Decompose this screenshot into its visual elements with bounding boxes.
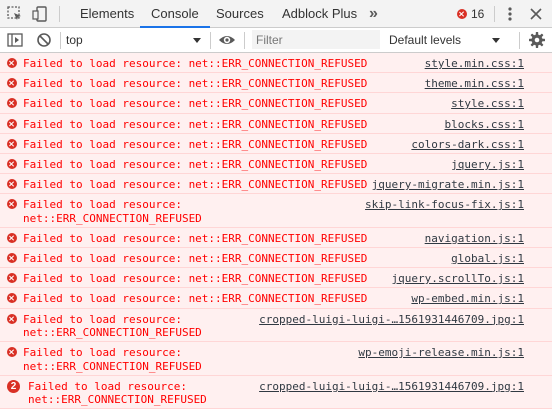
error-icon xyxy=(7,158,17,169)
console-error-row[interactable]: Failed to load resource: net::ERR_CONNEC… xyxy=(0,153,552,175)
error-message: Failed to load resource: net::ERR_CONNEC… xyxy=(23,231,368,245)
clear-console-icon[interactable] xyxy=(35,31,53,49)
source-link[interactable]: jquery.js:1 xyxy=(451,158,524,171)
inspect-element-icon[interactable] xyxy=(6,5,24,23)
toolbar-divider xyxy=(210,32,211,49)
error-message: Failed to load resource: net::ERR_CONNEC… xyxy=(23,97,368,111)
devtools-tab-bar: Elements Console Sources Adblock Plus » … xyxy=(0,0,552,28)
console-error-row[interactable]: 2 Failed to load resource: net::ERR_CONN… xyxy=(0,375,552,410)
error-message: Failed to load resource: net::ERR_CONNEC… xyxy=(23,292,368,306)
error-icon xyxy=(7,253,17,264)
console-error-row[interactable]: Failed to load resource: net::ERR_CONNEC… xyxy=(0,113,552,134)
source-link[interactable]: global.js:1 xyxy=(451,252,524,265)
error-message: Failed to load resource: net::ERR_CONNEC… xyxy=(23,57,368,70)
error-message: Failed to load resource: net::ERR_CONNEC… xyxy=(23,77,368,91)
filter-input[interactable] xyxy=(252,30,380,49)
error-icon xyxy=(7,199,17,210)
console-error-row[interactable]: Failed to load resource: net::ERR_CONNEC… xyxy=(0,194,552,228)
source-link[interactable]: cropped-luigi-luigi-…1561931446709.jpg:1 xyxy=(259,313,524,326)
source-link[interactable]: blocks.css:1 xyxy=(445,118,524,131)
source-link[interactable]: wp-emoji-release.min.js:1 xyxy=(358,346,524,359)
error-message: Failed to load resource: net::ERR_CONNEC… xyxy=(23,198,202,225)
toolbar-divider xyxy=(60,32,61,49)
console-error-row[interactable]: Failed to load resource: net::ERR_CONNEC… xyxy=(0,308,552,343)
console-error-row[interactable]: Failed to load resource: net::ERR_CONNEC… xyxy=(0,288,552,309)
source-link[interactable]: cropped-luigi-luigi-…1561931446709.jpg:1 xyxy=(259,380,524,393)
context-dropdown-arrow-icon[interactable] xyxy=(193,38,201,43)
context-selector[interactable]: top xyxy=(66,28,83,53)
source-link[interactable]: colors-dark.css:1 xyxy=(411,138,524,151)
error-message: Failed to load resource: net::ERR_CONNEC… xyxy=(23,252,368,266)
error-count: 16 xyxy=(471,7,485,21)
error-message: Failed to load resource: net::ERR_CONNEC… xyxy=(23,272,368,286)
console-error-row[interactable]: Failed to load resource: net::ERR_CONNEC… xyxy=(0,268,552,289)
error-icon xyxy=(7,78,17,89)
error-icon xyxy=(7,179,17,190)
source-link[interactable]: wp-embed.min.js:1 xyxy=(411,292,524,305)
more-tabs-button[interactable]: » xyxy=(369,0,378,28)
console-error-row[interactable]: Failed to load resource: net::ERR_CONNEC… xyxy=(0,133,552,154)
console-toolbar: top Default levels xyxy=(0,28,552,53)
source-link[interactable]: theme.min.css:1 xyxy=(425,77,524,90)
levels-dropdown-arrow-icon[interactable] xyxy=(492,38,500,43)
console-log[interactable]: Failed to load resource: net::ERR_CONNEC… xyxy=(0,53,552,412)
tab-bar-divider xyxy=(494,6,495,22)
error-icon xyxy=(7,118,17,129)
toolbar-divider xyxy=(244,32,245,49)
source-link[interactable]: jquery-migrate.min.js:1 xyxy=(372,178,524,191)
close-icon[interactable] xyxy=(527,5,545,23)
error-icon xyxy=(7,313,17,324)
tab-bar-divider xyxy=(59,6,60,22)
repeat-count-badge: 2 xyxy=(7,379,20,393)
console-error-row[interactable]: Failed to load resource: net::ERR_CONNEC… xyxy=(0,93,552,114)
console-settings-gear-icon[interactable] xyxy=(528,31,546,49)
tab-console[interactable]: Console xyxy=(140,0,210,28)
live-expression-eye-icon[interactable] xyxy=(218,31,236,49)
device-toolbar-icon[interactable] xyxy=(32,5,50,23)
tab-adblock-plus[interactable]: Adblock Plus xyxy=(282,0,357,28)
error-message: Failed to load resource: net::ERR_CONNEC… xyxy=(23,157,368,171)
tab-elements[interactable]: Elements xyxy=(80,0,134,28)
console-error-row[interactable]: Failed to load resource: net::ERR_CONNEC… xyxy=(0,73,552,94)
error-icon xyxy=(7,273,17,284)
source-link[interactable]: skip-link-focus-fix.js:1 xyxy=(365,198,524,211)
error-message: Failed to load resource: net::ERR_CONNEC… xyxy=(23,312,202,340)
console-error-row[interactable]: Failed to load resource: net::ERR_CONNEC… xyxy=(0,227,552,249)
error-icon xyxy=(7,138,17,149)
error-message: Failed to load resource: net::ERR_CONNEC… xyxy=(23,137,368,151)
console-error-row[interactable]: Failed to load resource: net::ERR_CONNEC… xyxy=(0,53,552,74)
console-error-row[interactable]: Failed to load resource: net::ERR_CONNEC… xyxy=(0,342,552,376)
error-icon xyxy=(7,293,17,304)
show-sidebar-icon[interactable] xyxy=(6,31,24,49)
error-icon xyxy=(7,347,17,358)
error-message: Failed to load resource: net::ERR_CONNEC… xyxy=(28,379,207,407)
error-icon xyxy=(457,9,467,19)
console-error-row[interactable]: Failed to load resource: net::ERR_CONNEC… xyxy=(0,174,552,195)
error-icon xyxy=(7,58,17,68)
error-counter[interactable]: 16 xyxy=(455,0,489,28)
console-error-row[interactable]: Failed to load resource: net::ERR_CONNEC… xyxy=(0,248,552,269)
source-link[interactable]: jquery.scrollTo.js:1 xyxy=(392,272,524,285)
error-message: Failed to load resource: net::ERR_CONNEC… xyxy=(23,178,368,192)
source-link[interactable]: style.min.css:1 xyxy=(425,57,524,70)
error-message: Failed to load resource: net::ERR_CONNEC… xyxy=(23,117,368,131)
tab-sources[interactable]: Sources xyxy=(216,0,264,28)
log-levels-dropdown[interactable]: Default levels xyxy=(389,28,461,53)
error-message: Failed to load resource: net::ERR_CONNEC… xyxy=(23,346,202,373)
more-options-icon[interactable] xyxy=(501,5,519,23)
error-icon xyxy=(7,98,17,109)
error-icon xyxy=(7,232,17,243)
source-link[interactable]: style.css:1 xyxy=(451,97,524,110)
source-link[interactable]: navigation.js:1 xyxy=(425,232,524,245)
toolbar-divider xyxy=(519,32,520,49)
